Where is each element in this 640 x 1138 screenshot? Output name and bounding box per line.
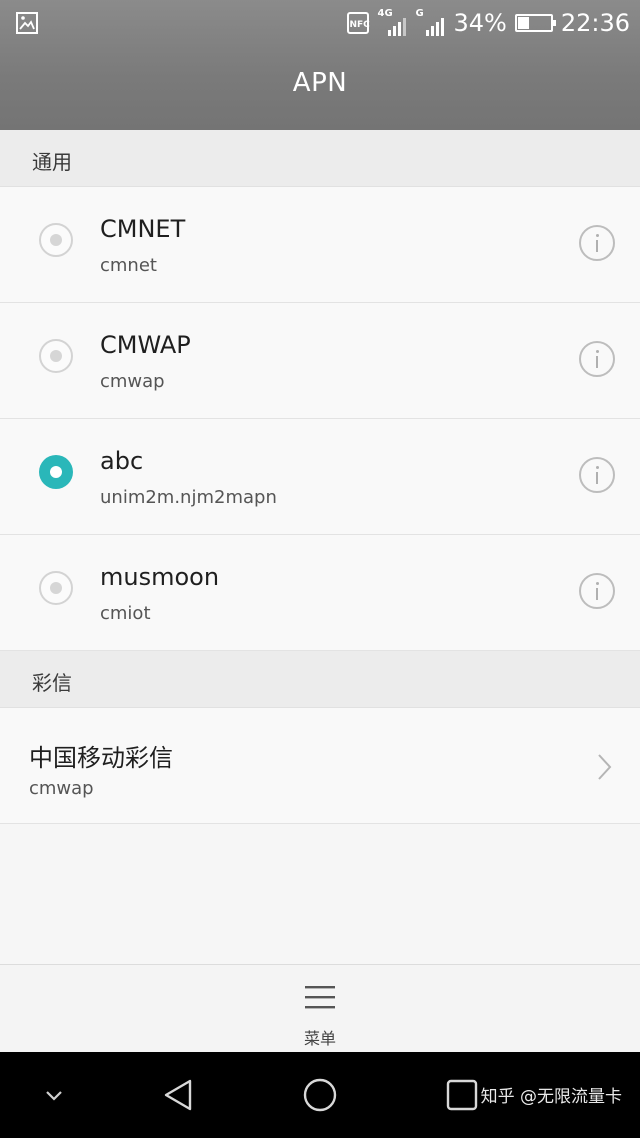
info-icon[interactable] <box>579 573 615 609</box>
apn-value: unim2m.njm2mapn <box>100 487 277 508</box>
network-type-g: G <box>415 8 424 19</box>
radio-button[interactable] <box>39 339 73 373</box>
radio-dot <box>50 234 62 246</box>
apn-value: cmwap <box>100 371 165 392</box>
apn-value: cmiot <box>100 603 151 624</box>
section-header-mms: 彩信 <box>0 651 640 708</box>
menu-icon[interactable] <box>304 983 336 1015</box>
page-title: APN <box>292 68 348 98</box>
system-nav-bar: 知乎 @无限流量卡 <box>0 1052 640 1138</box>
apn-value: cmnet <box>100 255 157 276</box>
apn-name: CMNET <box>100 215 186 243</box>
section-title: 通用 <box>32 150 72 174</box>
back-icon[interactable] <box>162 1078 194 1116</box>
recent-apps-icon[interactable] <box>446 1079 478 1115</box>
apn-row-musmoon[interactable]: musmoon cmiot <box>0 535 640 651</box>
radio-button-selected[interactable] <box>39 455 73 489</box>
battery-fill <box>517 17 530 29</box>
status-right: NFC 4G G 34% 22:36 <box>347 0 630 46</box>
battery-percent: 34% <box>453 9 507 37</box>
signal-g-icon: G <box>415 9 445 37</box>
battery-icon <box>514 14 556 32</box>
app-header: NFC 4G G 34% 22:36 APN <box>0 0 640 130</box>
nfc-icon: NFC <box>347 12 370 34</box>
radio-button[interactable] <box>39 223 73 257</box>
radio-dot <box>50 350 62 362</box>
info-icon[interactable] <box>579 457 615 493</box>
info-icon[interactable] <box>579 225 615 261</box>
status-bar: NFC 4G G 34% 22:36 <box>0 0 640 46</box>
signal-4g-icon: 4G <box>377 9 407 37</box>
clock: 22:36 <box>560 9 630 37</box>
apn-row-abc[interactable]: abc unim2m.njm2mapn <box>0 419 640 535</box>
apn-name: musmoon <box>100 563 220 591</box>
chevron-right-icon <box>596 753 612 785</box>
home-icon[interactable] <box>302 1077 338 1117</box>
section-header-general: 通用 <box>0 130 640 187</box>
info-icon[interactable] <box>579 341 615 377</box>
mms-name: 中国移动彩信 <box>29 744 173 772</box>
image-icon <box>16 12 38 34</box>
chevron-down-icon[interactable] <box>44 1088 64 1107</box>
radio-button[interactable] <box>39 571 73 605</box>
watermark-text: 知乎 @无限流量卡 <box>480 1087 622 1107</box>
apn-row-cmnet[interactable]: CMNET cmnet <box>0 187 640 303</box>
menu-label[interactable]: 菜单 <box>0 1025 640 1049</box>
mms-apn-value: cmwap <box>29 778 94 799</box>
radio-dot <box>50 582 62 594</box>
bottom-menu-bar: 菜单 <box>0 964 640 1053</box>
apn-name: abc <box>100 447 144 475</box>
mms-row-china-mobile[interactable]: 中国移动彩信 cmwap <box>0 708 640 824</box>
apn-row-cmwap[interactable]: CMWAP cmwap <box>0 303 640 419</box>
apn-name: CMWAP <box>100 331 191 359</box>
section-title: 彩信 <box>32 671 72 695</box>
radio-dot <box>50 466 62 478</box>
